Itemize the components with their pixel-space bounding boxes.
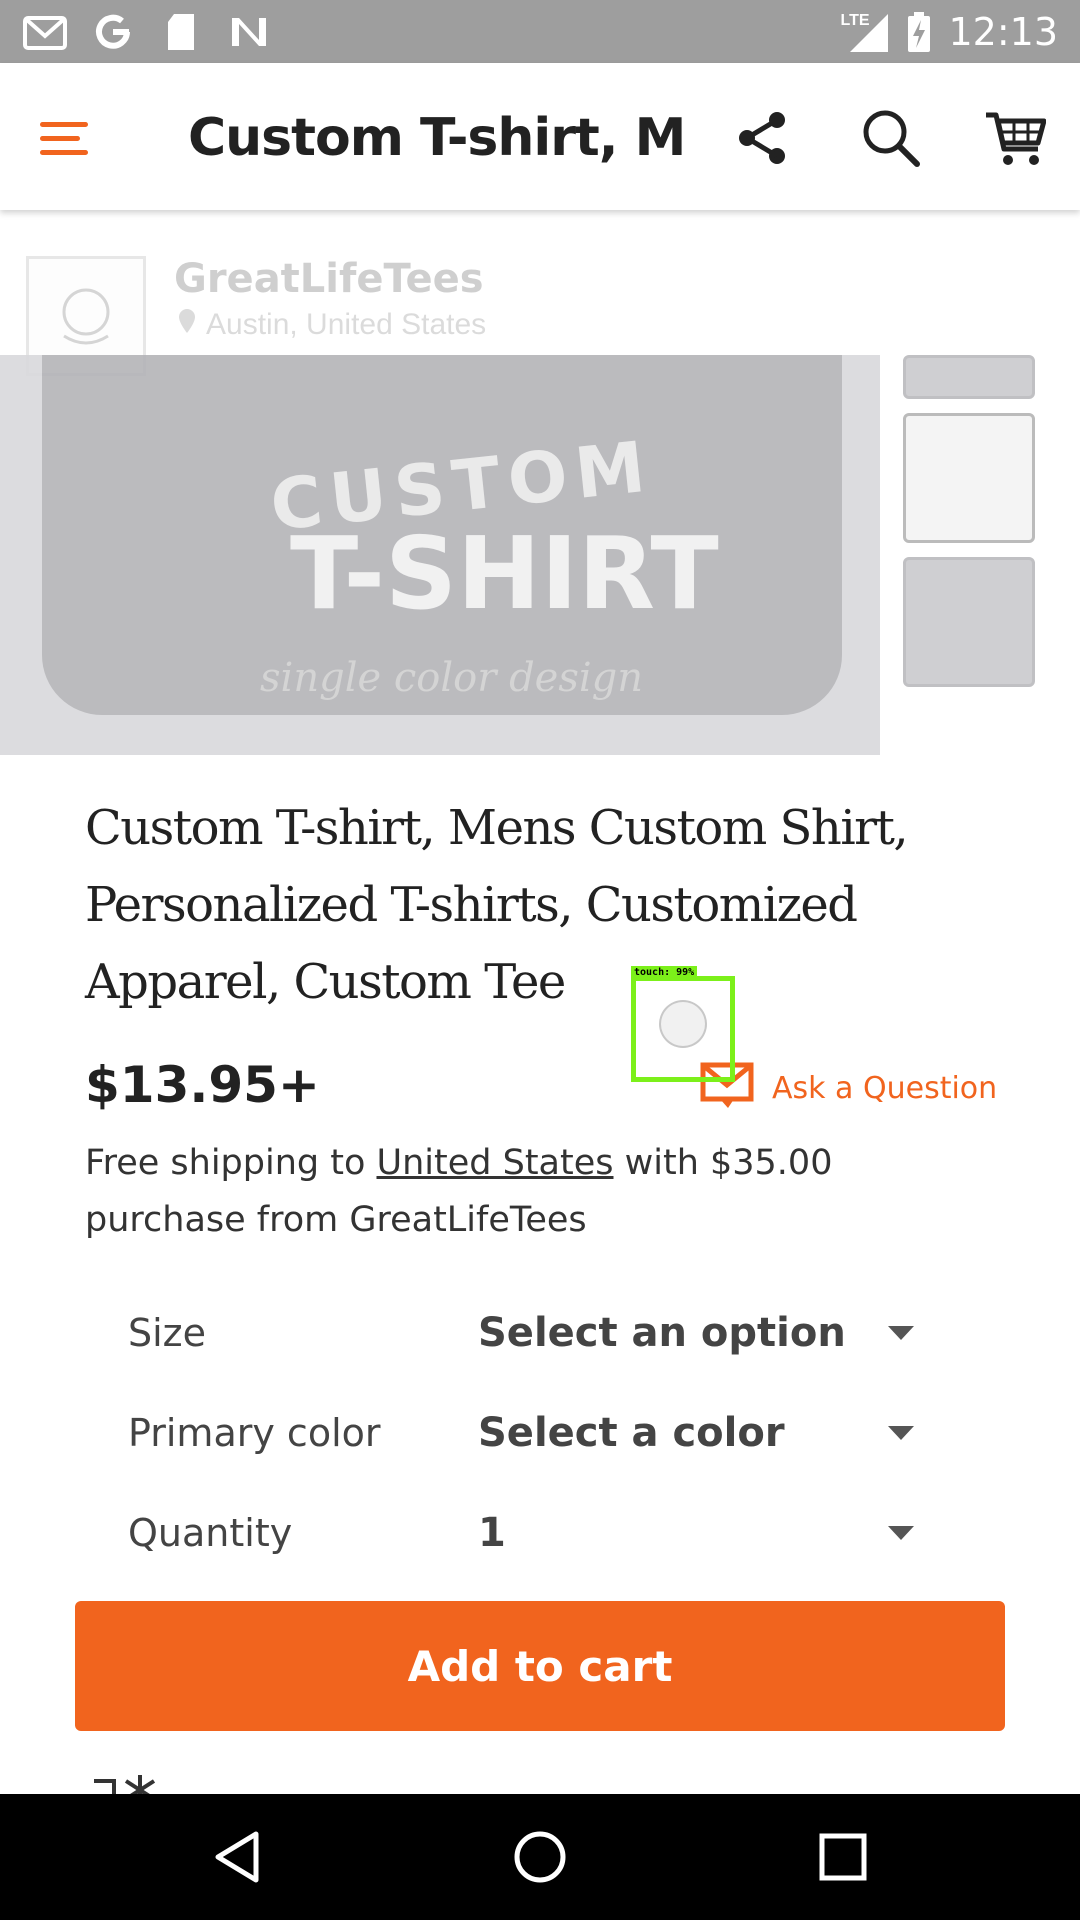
shipping-destination-link[interactable]: United States bbox=[376, 1143, 613, 1183]
product-image-gallery[interactable]: CUSTOM T-SHIRT single color design bbox=[0, 355, 1080, 755]
color-value[interactable]: Select a color bbox=[478, 1410, 878, 1456]
thumbnail-strip bbox=[903, 355, 1035, 701]
n-app-icon bbox=[226, 10, 272, 54]
quantity-selector[interactable]: Quantity 1 bbox=[128, 1498, 928, 1568]
quantity-value[interactable]: 1 bbox=[478, 1510, 878, 1556]
dropdown-arrow-icon bbox=[888, 1526, 914, 1540]
back-icon bbox=[215, 1831, 259, 1883]
menu-icon-line bbox=[40, 149, 88, 155]
home-button[interactable] bbox=[507, 1824, 573, 1890]
cart-button[interactable] bbox=[980, 103, 1050, 173]
network-label: LTE bbox=[840, 11, 870, 29]
thumbnail[interactable] bbox=[903, 557, 1035, 687]
menu-icon-line bbox=[40, 135, 80, 141]
back-button[interactable] bbox=[204, 1824, 270, 1890]
color-selector[interactable]: Primary color Select a color bbox=[128, 1398, 928, 1468]
size-selector[interactable]: Size Select an option bbox=[128, 1298, 928, 1368]
shirt-text-line2: T-SHIRT bbox=[290, 515, 719, 632]
share-button[interactable] bbox=[728, 103, 798, 173]
signal-icon: LTE bbox=[840, 10, 890, 54]
home-icon bbox=[514, 1831, 566, 1883]
listing-price: $13.95+ bbox=[85, 1056, 320, 1114]
color-label: Primary color bbox=[128, 1411, 381, 1455]
shipping-prefix: Free shipping to bbox=[85, 1143, 377, 1183]
thumbnail[interactable] bbox=[903, 355, 1035, 399]
touch-indicator-box bbox=[631, 976, 735, 1082]
clock: 12:13 bbox=[948, 9, 1058, 54]
shop-header[interactable]: GreatLifeTees Austin, United States bbox=[26, 256, 1056, 376]
navigation-bar bbox=[0, 1794, 1080, 1920]
size-label: Size bbox=[128, 1311, 207, 1355]
dropdown-arrow-icon bbox=[888, 1326, 914, 1340]
share-icon bbox=[739, 112, 785, 164]
status-bar: LTE 12:13 bbox=[0, 0, 1080, 63]
touch-indicator-label: touch: 99% bbox=[631, 966, 698, 979]
sd-card-icon bbox=[158, 10, 204, 54]
google-icon bbox=[90, 10, 136, 54]
search-icon bbox=[863, 110, 920, 167]
shop-location-text: Austin, United States bbox=[206, 308, 487, 341]
ask-question-button[interactable]: Ask a Question bbox=[700, 1062, 997, 1115]
shipping-truck-icon bbox=[90, 1775, 190, 1794]
battery-charging-icon bbox=[904, 10, 934, 54]
size-value[interactable]: Select an option bbox=[478, 1310, 878, 1356]
shop-location: Austin, United States bbox=[178, 308, 486, 342]
app-bar: Custom T-shirt, M... bbox=[0, 63, 1080, 210]
add-to-cart-button[interactable]: Add to cart bbox=[75, 1601, 1005, 1731]
shop-name[interactable]: GreatLifeTees bbox=[174, 256, 484, 302]
shipping-info: Free shipping to United States with $35.… bbox=[85, 1135, 965, 1249]
thumbnail[interactable] bbox=[903, 413, 1035, 543]
ask-question-label: Ask a Question bbox=[772, 1071, 998, 1106]
location-pin-icon bbox=[178, 308, 196, 342]
recents-icon bbox=[819, 1833, 867, 1881]
menu-icon-line bbox=[40, 121, 88, 127]
recents-button[interactable] bbox=[810, 1824, 876, 1890]
menu-button[interactable] bbox=[40, 108, 100, 168]
page-title: Custom T-shirt, M... bbox=[188, 108, 688, 168]
quantity-label: Quantity bbox=[128, 1511, 293, 1555]
gmail-icon bbox=[22, 10, 68, 54]
product-main-image[interactable]: CUSTOM T-SHIRT single color design bbox=[0, 355, 880, 755]
cart-icon bbox=[986, 112, 1046, 165]
listing-content[interactable]: GreatLifeTees Austin, United States CUST… bbox=[0, 210, 1080, 1794]
dropdown-arrow-icon bbox=[888, 1426, 914, 1440]
search-button[interactable] bbox=[856, 103, 926, 173]
shirt-text-line3: single color design bbox=[260, 655, 644, 701]
listing-title: Custom T-shirt, Mens Custom Shirt, Perso… bbox=[85, 800, 909, 1010]
